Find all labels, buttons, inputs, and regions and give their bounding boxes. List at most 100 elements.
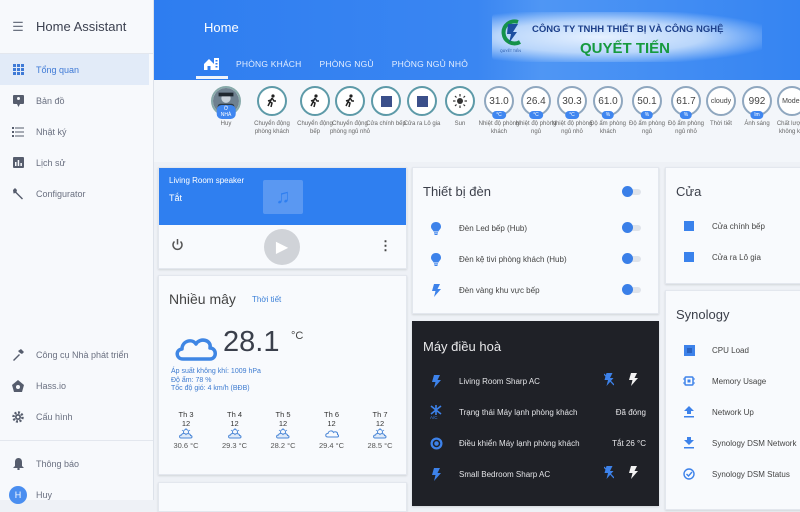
top-app-bar: Home PHÒNG KHÁCH PHÒNG NGỦ PHÒNG NGỦ NHỎ…	[154, 0, 800, 80]
badge-unit: %	[640, 111, 654, 119]
synology-row[interactable]: Network Up	[666, 402, 800, 422]
ac-entity-name: Living Room Sharp AC	[459, 376, 540, 386]
light-row[interactable]: Đèn Led bếp (Hub)	[413, 218, 658, 238]
badge-label: Độ ẩm phòng ngủ	[628, 121, 666, 135]
badges-row: Ở NHÀ Huy Chuyển động phòng khách Chuyển độ…	[154, 80, 800, 162]
ac-row[interactable]: Living Room Sharp AC	[413, 371, 658, 391]
light-row[interactable]: Đèn kệ tivi phòng khách (Hub)	[413, 249, 658, 269]
badge-value: 61.0%	[593, 86, 623, 119]
menu-toggle-icon[interactable]: ☰	[0, 19, 36, 35]
lights-master-toggle[interactable]	[622, 186, 642, 197]
door-row[interactable]: Cửa chính bếp	[666, 216, 800, 236]
card-partial	[158, 482, 407, 512]
forecast-temp: 28.5 °C	[367, 441, 393, 450]
flash-off-button[interactable]	[603, 373, 615, 389]
badge-value: 61.7%	[671, 86, 701, 119]
tab-small-bedroom[interactable]: PHÒNG NGỦ NHỎ	[392, 59, 468, 69]
company-name-line1: CÔNG TY TNHH THIẾT BỊ VÀ CÔNG NGHỆ	[532, 24, 724, 35]
tab-living-room[interactable]: PHÒNG KHÁCH	[236, 59, 302, 69]
badge[interactable]: Ở NHÀ Huy	[204, 86, 248, 129]
doors-card: Cửa Cửa chính bếp Cửa ra Lô gia	[665, 167, 800, 284]
tab-bedroom[interactable]: PHÒNG NGỦ	[320, 59, 374, 69]
sidebar-item-label: Huy	[36, 489, 53, 500]
grid-icon	[0, 64, 36, 75]
lights-card: Thiết bị đèn Đèn Led bếp (Hub) Đèn kệ tiv…	[412, 167, 659, 314]
badge-value-text: 30.3	[562, 95, 582, 107]
forecast-date: 12	[230, 419, 239, 428]
media-player-card: Living Room speaker Tắt ♫ ▶ ⋮	[158, 167, 407, 269]
bulb-icon	[413, 221, 459, 235]
sidebar-item-developer-tools[interactable]: Công cụ Nhà phát triển	[0, 339, 153, 370]
partly-cloudy-icon	[163, 428, 209, 439]
light-row[interactable]: Đèn vàng khu vực bếp	[413, 280, 658, 300]
badge[interactable]: 61.0% Độ ẩm phòng khách	[586, 86, 630, 136]
light-toggle[interactable]	[622, 222, 642, 233]
flash-off-icon	[603, 466, 615, 479]
tab-home[interactable]	[202, 58, 220, 70]
badge-unit: °C	[529, 111, 543, 119]
badge-value-text: 61.7	[676, 95, 696, 107]
light-toggle[interactable]	[622, 284, 642, 295]
synology-row[interactable]: Memory Usage	[666, 371, 800, 391]
synology-card: Synology CPU Load Memory Usage Network Up S…	[665, 290, 800, 510]
badge[interactable]: Sun	[438, 86, 482, 129]
light-name: Đèn kệ tivi phòng khách (Hub)	[459, 254, 567, 264]
sidebar-item-logbook[interactable]: Nhật ký	[0, 116, 153, 147]
sidebar-item-notifications[interactable]: Thông báo	[0, 448, 153, 479]
ac-row[interactable]: Small Bedroom Sharp AC	[413, 464, 658, 484]
sidebar-item-label: Bản đồ	[36, 95, 65, 106]
flash-on-button[interactable]	[629, 466, 638, 482]
cloudy-icon	[309, 428, 355, 439]
map-icon	[0, 94, 36, 107]
flash-on-button[interactable]	[629, 373, 638, 389]
badge[interactable]: Moder Chất lượng không khí	[770, 86, 800, 136]
badge[interactable]: 50.1% Độ ẩm phòng ngủ	[625, 86, 669, 136]
power-button[interactable]	[171, 238, 184, 256]
synology-sensor-name: Network Up	[712, 407, 754, 417]
ac-card: Máy điều hoà Living Room Sharp AC A/C Trạn…	[412, 321, 659, 506]
download-icon	[666, 437, 712, 449]
badge[interactable]: Chuyển động phòng khách	[250, 86, 294, 136]
door-name: Cửa ra Lô gia	[712, 252, 761, 262]
sidebar-item-configurator[interactable]: Configurator	[0, 178, 153, 209]
more-options-button[interactable]: ⋮	[379, 238, 392, 254]
synology-sensor-name: Memory Usage	[712, 376, 767, 386]
chart-icon	[0, 157, 36, 168]
ac-row[interactable]: A/C Trạng thái Máy lạnh phòng khách Đã đón…	[413, 402, 658, 422]
sidebar-item-settings[interactable]: Cấu hình	[0, 401, 153, 432]
badge-value: 992 lm	[742, 86, 772, 119]
sidebar-divider	[0, 440, 153, 441]
forecast-day: Th 4 12 29.3 °C	[212, 410, 258, 450]
ac-entity-value: Đã đóng	[615, 407, 646, 417]
media-player-header[interactable]: Living Room speaker Tắt ♫	[159, 168, 406, 225]
motion-sensor-icon	[300, 86, 330, 116]
sidebar-item-overview[interactable]: Tổng quan	[0, 54, 149, 85]
sidebar-item-map[interactable]: Bản đồ	[0, 85, 153, 116]
flash-off-button[interactable]	[603, 466, 615, 482]
cloud-icon	[175, 338, 217, 361]
ac-card-title: Máy điều hoà	[423, 339, 502, 354]
synology-sensor-name: Synology DSM Network	[712, 438, 797, 448]
synology-row[interactable]: Synology DSM Network	[666, 433, 800, 453]
media-artwork-icon: ♫	[263, 180, 303, 214]
cpu-icon	[666, 344, 712, 356]
weather-card[interactable]: Nhiều mây Thời tiết 28.1 °C Áp suất khôn…	[158, 275, 407, 475]
view-tabs: PHÒNG KHÁCH PHÒNG NGỦ PHÒNG NGỦ NHỎ	[202, 54, 486, 74]
door-row[interactable]: Cửa ra Lô gia	[666, 247, 800, 267]
badge-unit: %	[679, 111, 693, 119]
badge-value: cloudy	[706, 86, 736, 116]
sidebar-item-hassio[interactable]: Hass.io	[0, 370, 153, 401]
synology-sensor-name: Synology DSM Status	[712, 469, 790, 479]
synology-row[interactable]: CPU Load	[666, 340, 800, 360]
forecast-date: 12	[375, 419, 385, 428]
weather-entity-link[interactable]: Thời tiết	[252, 295, 281, 304]
sidebar-item-history[interactable]: Lịch sử	[0, 147, 153, 178]
play-button[interactable]: ▶	[264, 229, 300, 265]
sidebar-item-user[interactable]: H Huy	[0, 479, 153, 510]
door-icon	[666, 252, 712, 262]
light-name: Đèn Led bếp (Hub)	[459, 223, 528, 233]
light-toggle[interactable]	[622, 253, 642, 264]
ac-row[interactable]: Điều khiển Máy lạnh phòng khách Tắt 26 °C	[413, 433, 658, 453]
synology-row[interactable]: Synology DSM Status	[666, 464, 800, 484]
badge-value-text: cloudy	[710, 97, 732, 105]
